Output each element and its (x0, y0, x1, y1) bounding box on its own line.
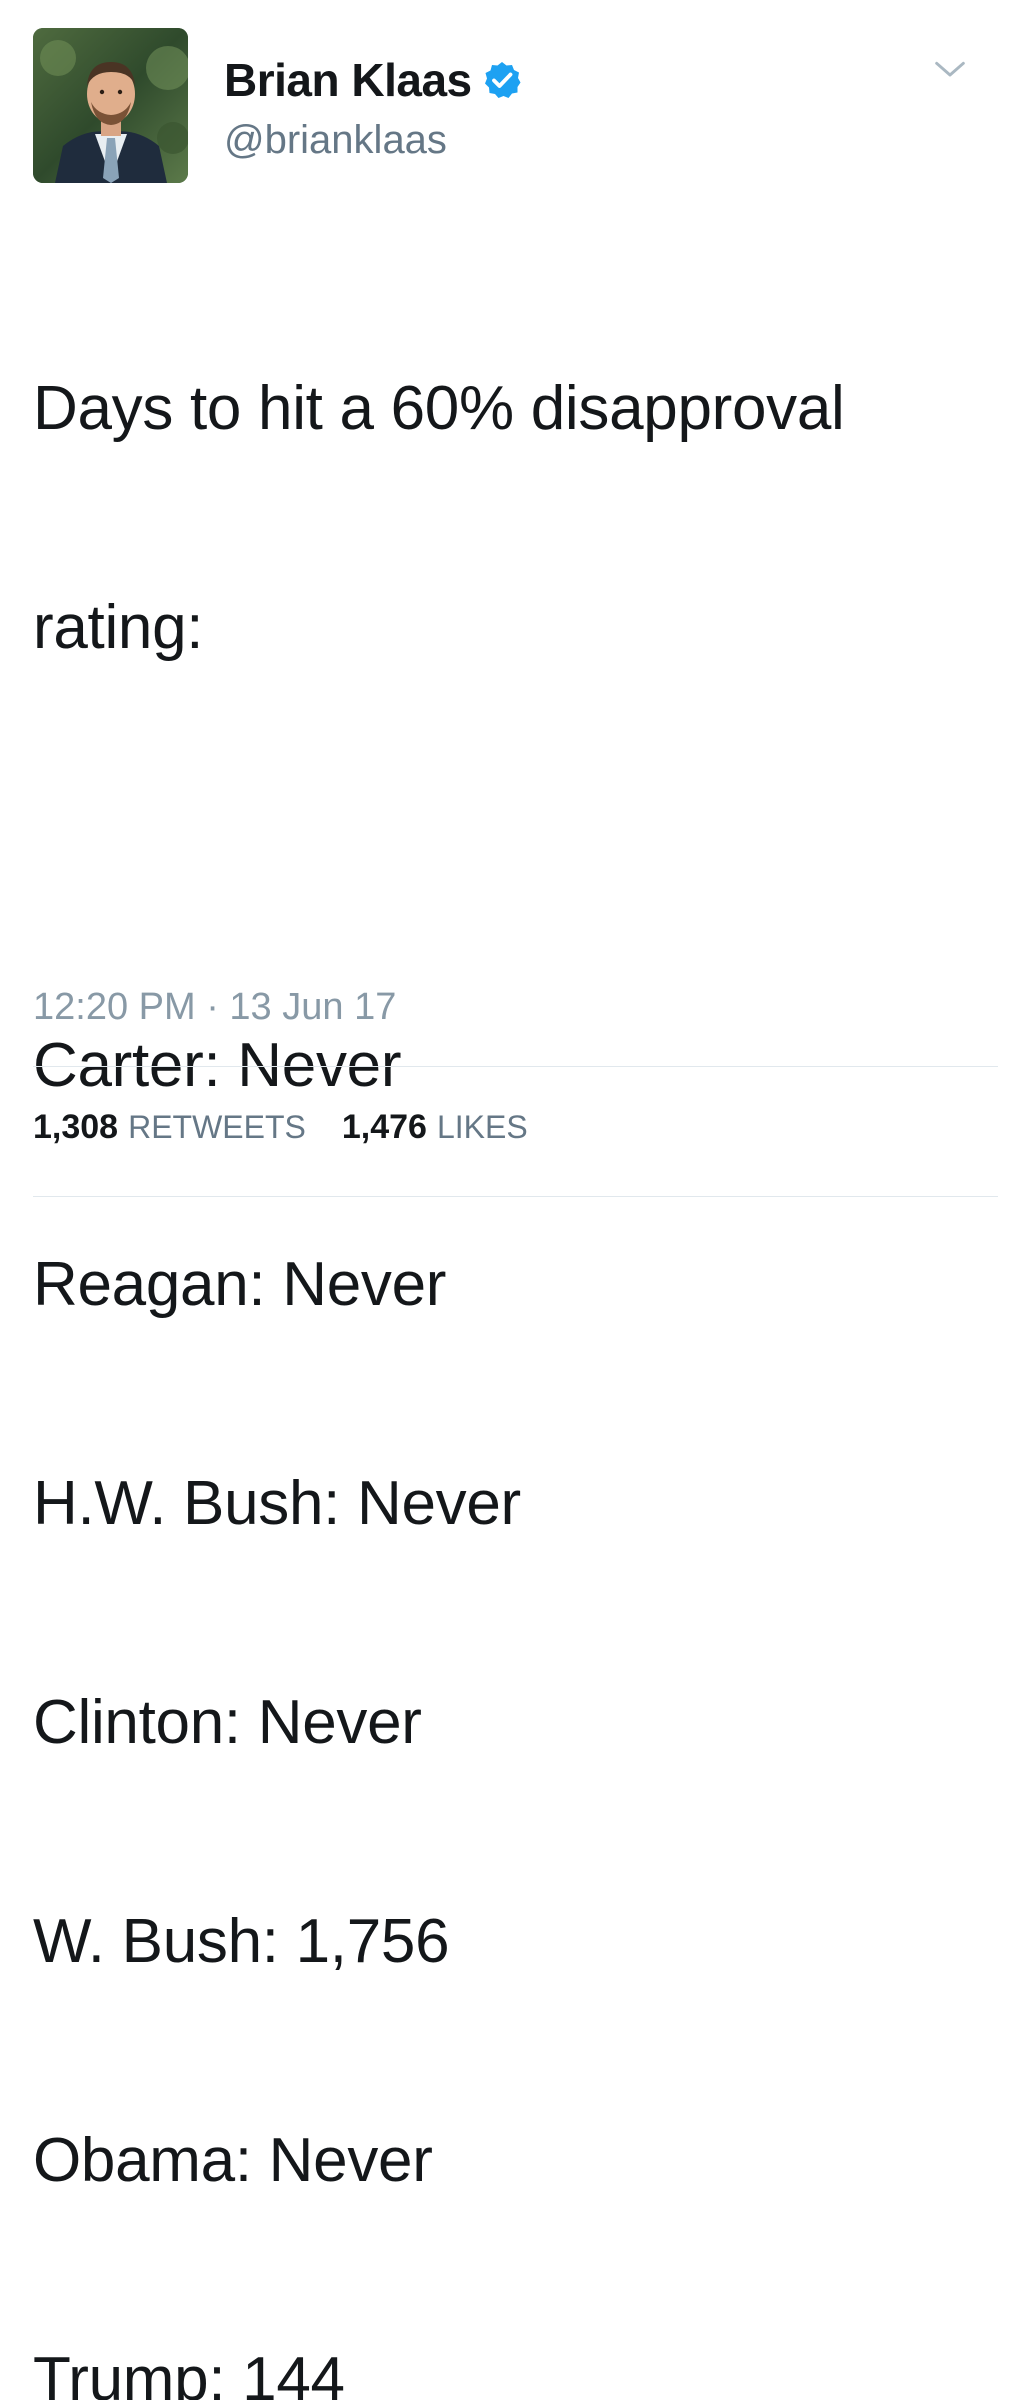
author-handle[interactable]: @brianklaas (224, 118, 447, 163)
divider (33, 1066, 998, 1067)
tweet-menu-button[interactable] (928, 52, 972, 88)
tweet-text-line: Obama: Never (33, 2126, 433, 2195)
tweet-text-line (33, 810, 983, 883)
divider (33, 1196, 998, 1197)
avatar-photo (33, 28, 188, 183)
tweet-text-line: Reagan: Never (33, 1250, 447, 1319)
tweet-text: Days to hit a 60% disapproval rating: Ca… (33, 226, 983, 2400)
tweet-stats: 1,308 RETWEETS 1,476 LIKES (33, 1108, 564, 1147)
tweet-timestamp[interactable]: 12:20 PM · 13 Jun 17 (33, 986, 396, 1029)
tweet-text-line: W. Bush: 1,756 (33, 1907, 450, 1976)
tweet-text-line: Days to hit a 60% disapproval (33, 374, 845, 443)
tweet-text-line: Trump: 144 (33, 2345, 345, 2400)
retweets-label: RETWEETS (128, 1109, 306, 1145)
verified-badge-icon (482, 60, 522, 100)
tweet-text-line: rating: (33, 593, 204, 662)
avatar[interactable] (33, 28, 188, 183)
retweets-count: 1,308 (33, 1108, 119, 1146)
retweets-stat[interactable]: 1,308 RETWEETS (33, 1108, 306, 1147)
tweet-text-line: Clinton: Never (33, 1688, 422, 1757)
likes-stat[interactable]: 1,476 LIKES (342, 1108, 528, 1147)
likes-label: LIKES (436, 1109, 528, 1145)
chevron-down-icon (935, 61, 965, 77)
author-name-row[interactable]: Brian Klaas (224, 52, 522, 108)
author-display-name[interactable]: Brian Klaas (224, 53, 472, 107)
likes-count: 1,476 (341, 1108, 427, 1146)
tweet-text-line: H.W. Bush: Never (33, 1469, 521, 1538)
